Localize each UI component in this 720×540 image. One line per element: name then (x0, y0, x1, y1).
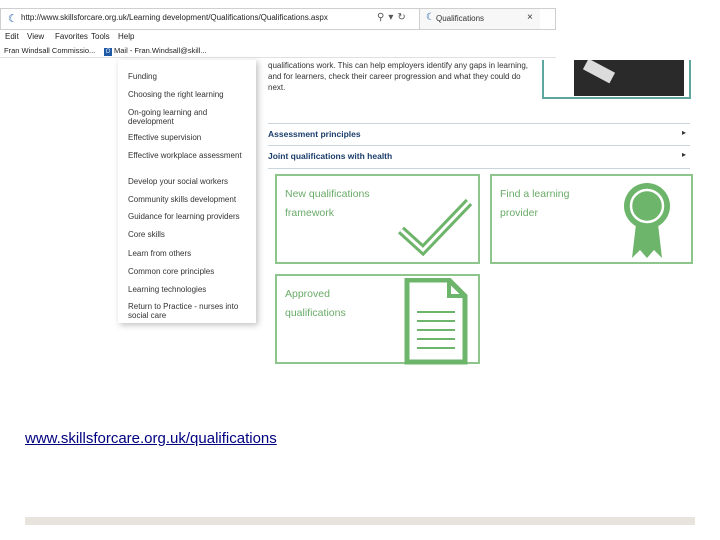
card-approved-qualifications[interactable]: Approved qualifications (275, 274, 480, 365)
intro-text: qualifications work. This can help emplo… (268, 61, 528, 92)
expand-arrow-icon: ▸ (681, 128, 686, 137)
tab-label: Qualifications (436, 14, 485, 23)
card-title: New qualifications framework (285, 188, 370, 219)
menu-edit[interactable]: Edit (5, 32, 19, 41)
favorite-mail[interactable]: O Mail - Fran.Windsall@skill... (104, 46, 207, 56)
sidebar-item-funding[interactable]: Funding (128, 72, 252, 81)
card-find-learning-provider[interactable]: Find a learning provider (490, 174, 693, 264)
card-title: Find a learning provider (500, 188, 570, 219)
sidebar-item-workplace-assessment[interactable]: Effective workplace assessment (128, 151, 252, 160)
header-photo (542, 60, 691, 99)
section-label: Assessment principles (268, 129, 361, 139)
address-url[interactable]: http://www.skillsforcare.org.uk/Learning… (21, 13, 328, 22)
favorite-link[interactable]: Fran Windsall Commissio... (4, 46, 95, 55)
sidebar-item-learn-from-others[interactable]: Learn from others (128, 249, 252, 258)
sidebar-item-ongoing-learning[interactable]: On-going learning and development (128, 108, 252, 126)
browser-tab[interactable]: ☾ Qualifications × (419, 9, 540, 29)
tab-close-icon[interactable]: × (527, 12, 533, 23)
sidebar-item-return-to-practice[interactable]: Return to Practice - nurses into social … (128, 302, 252, 320)
card-title: Approved qualifications (285, 288, 346, 319)
award-ribbon-icon (624, 183, 670, 258)
checkmark-icon (397, 198, 473, 256)
address-bar[interactable]: ☾ http://www.skillsforcare.org.uk/Learni… (0, 8, 556, 30)
qualifications-link[interactable]: www.skillsforcare.org.uk/qualifications (25, 430, 277, 447)
sidebar-menu: Funding Choosing the right learning On-g… (118, 60, 256, 323)
browser-screenshot: ☾ http://www.skillsforcare.org.uk/Learni… (0, 0, 720, 365)
section-label: Joint qualifications with health (268, 151, 393, 161)
sidebar-item-learning-technologies[interactable]: Learning technologies (128, 285, 252, 294)
sidebar-item-social-workers[interactable]: Develop your social workers (128, 177, 252, 186)
menu-tools[interactable]: Tools (91, 32, 110, 41)
photo-detail (582, 60, 616, 84)
sidebar-item-supervision[interactable]: Effective supervision (128, 133, 252, 142)
card-new-qualifications-framework[interactable]: New qualifications framework (275, 174, 480, 264)
favorites-bar: Fran Windsall Commissio... O Mail - Fran.… (0, 44, 556, 58)
sidebar-item-common-core[interactable]: Common core principles (128, 267, 252, 276)
sidebar-item-learning-providers[interactable]: Guidance for learning providers (128, 212, 252, 221)
outlook-icon: O (104, 48, 112, 56)
sidebar-item-community-skills[interactable]: Community skills development (128, 195, 252, 204)
menu-bar: Edit View Favorites Tools Help (0, 31, 556, 43)
document-icon (404, 278, 468, 365)
sidebar-item-core-skills[interactable]: Core skills (128, 230, 252, 239)
sidebar-item-choosing-learning[interactable]: Choosing the right learning (128, 90, 252, 99)
section-assessment-principles[interactable]: Assessment principles ▸ (268, 123, 690, 145)
expand-arrow-icon: ▸ (681, 150, 686, 159)
loading-icon: ☾ (8, 13, 18, 25)
menu-help[interactable]: Help (118, 32, 134, 41)
photo-image (574, 60, 684, 96)
tab-loading-icon: ☾ (426, 12, 435, 23)
menu-view[interactable]: View (27, 32, 44, 41)
slide: ☾ http://www.skillsforcare.org.uk/Learni… (0, 0, 720, 540)
section-joint-qualifications[interactable]: Joint qualifications with health ▸ (268, 145, 690, 169)
search-refresh-icons[interactable]: ⚲▾↻ (377, 12, 410, 23)
footer-bar (25, 517, 695, 525)
menu-favorites[interactable]: Favorites (55, 32, 88, 41)
